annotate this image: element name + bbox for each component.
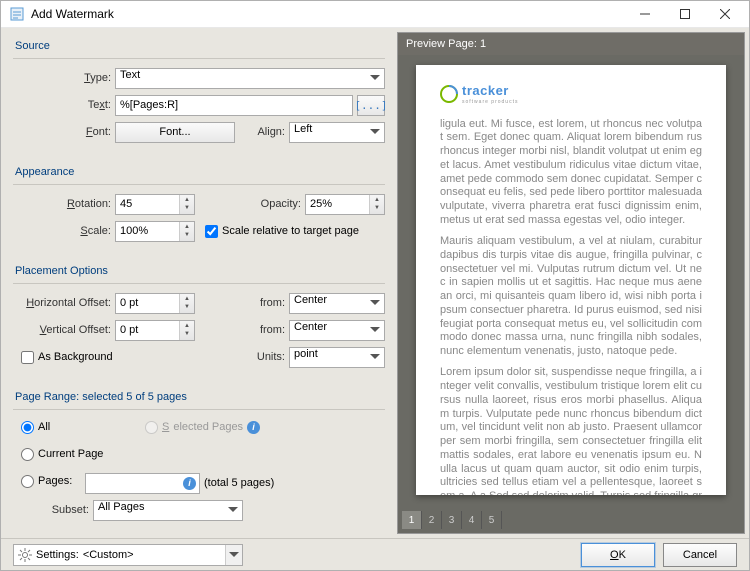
voffset-spinner[interactable]: 0 pt▲▼ bbox=[115, 320, 195, 341]
rotation-label: Rotation: bbox=[13, 198, 111, 210]
hfrom-label: from: bbox=[245, 297, 285, 309]
app-icon bbox=[9, 6, 25, 22]
gear-icon bbox=[18, 548, 32, 562]
as-background-checkbox[interactable]: As Background bbox=[21, 351, 113, 364]
hoffset-spinner[interactable]: 0 pt▲▼ bbox=[115, 293, 195, 314]
vfrom-combo[interactable]: Center bbox=[289, 320, 385, 341]
opacity-label: Opacity: bbox=[241, 198, 301, 210]
page-tab-3[interactable]: 3 bbox=[442, 511, 462, 529]
font-label: Font: bbox=[13, 126, 111, 138]
range-current-radio[interactable]: Current Page bbox=[21, 448, 103, 461]
source-group: Source Type: Text Text: [...] Font: Font… bbox=[5, 32, 393, 156]
page-tab-1[interactable]: 1 bbox=[402, 511, 422, 529]
page-tabs: 1 2 3 4 5 bbox=[398, 509, 744, 533]
type-combo[interactable]: Text bbox=[115, 68, 385, 89]
ok-button[interactable]: OK bbox=[581, 543, 655, 567]
font-button[interactable]: Font... bbox=[115, 122, 235, 143]
titlebar: Add Watermark bbox=[1, 1, 749, 28]
type-label: Type: bbox=[13, 72, 111, 84]
page-tab-4[interactable]: 4 bbox=[462, 511, 482, 529]
scale-label: Scale: bbox=[13, 225, 111, 237]
preview-body: tracker software products ligula eut. Mi… bbox=[398, 55, 744, 509]
page-tab-5[interactable]: 5 bbox=[482, 511, 502, 529]
info-icon[interactable]: i bbox=[247, 421, 260, 434]
align-combo[interactable]: Left bbox=[289, 122, 385, 143]
subset-combo[interactable]: All Pages bbox=[93, 500, 243, 521]
cancel-button[interactable]: Cancel bbox=[663, 543, 737, 567]
settings-combo[interactable]: Settings: <Custom> bbox=[13, 544, 243, 566]
close-button[interactable] bbox=[705, 1, 745, 27]
range-all-radio[interactable]: All bbox=[21, 421, 141, 434]
units-label: Units: bbox=[245, 351, 285, 363]
units-combo[interactable]: point bbox=[289, 347, 385, 368]
preview-panel: Preview Page: 1 tracker software product… bbox=[397, 32, 745, 534]
range-selected-radio: Selected Pages i bbox=[145, 421, 260, 434]
appearance-title: Appearance bbox=[13, 160, 385, 185]
info-icon[interactable]: i bbox=[183, 477, 196, 490]
opacity-spinner[interactable]: 25%▲▼ bbox=[305, 194, 385, 215]
footer: Settings: <Custom> OK Cancel bbox=[1, 538, 749, 570]
hoffset-label: Horizontal Offset: bbox=[13, 297, 111, 309]
minimize-button[interactable] bbox=[625, 1, 665, 27]
hfrom-combo[interactable]: Center bbox=[289, 293, 385, 314]
page-tab-2[interactable]: 2 bbox=[422, 511, 442, 529]
preview-header: Preview Page: 1 bbox=[398, 33, 744, 55]
logo-text: tracker bbox=[462, 83, 518, 99]
logo-icon bbox=[440, 85, 458, 103]
total-pages-label: (total 5 pages) bbox=[204, 477, 274, 489]
placement-title: Placement Options bbox=[13, 259, 385, 284]
logo-subtitle: software products bbox=[462, 99, 518, 105]
pages-input[interactable]: i bbox=[85, 473, 200, 494]
settings-value: <Custom> bbox=[83, 549, 134, 561]
macro-button[interactable]: [...] bbox=[357, 95, 385, 116]
range-title: Page Range: selected 5 of 5 pages bbox=[13, 385, 385, 410]
scale-relative-checkbox[interactable]: Scale relative to target page bbox=[205, 225, 359, 238]
settings-label: Settings: bbox=[36, 549, 79, 561]
rotation-spinner[interactable]: 45▲▼ bbox=[115, 194, 195, 215]
voffset-label: Vertical Offset: bbox=[13, 324, 111, 336]
vfrom-label: from: bbox=[245, 324, 285, 336]
appearance-group: Appearance Rotation: 45▲▼ Opacity: 25%▲▼… bbox=[5, 158, 393, 255]
placement-group: Placement Options Horizontal Offset: 0 p… bbox=[5, 257, 393, 381]
align-label: Align: bbox=[257, 126, 285, 138]
range-pages-radio[interactable]: Pages: bbox=[21, 475, 81, 488]
source-title: Source bbox=[13, 34, 385, 59]
scale-spinner[interactable]: 100%▲▼ bbox=[115, 221, 195, 242]
text-label: Text: bbox=[13, 99, 111, 111]
preview-page: tracker software products ligula eut. Mi… bbox=[416, 65, 726, 495]
maximize-button[interactable] bbox=[665, 1, 705, 27]
window-title: Add Watermark bbox=[31, 7, 625, 21]
subset-label: Subset: bbox=[13, 504, 89, 516]
range-group: Page Range: selected 5 of 5 pages All Se… bbox=[5, 383, 393, 534]
text-input[interactable] bbox=[115, 95, 353, 116]
